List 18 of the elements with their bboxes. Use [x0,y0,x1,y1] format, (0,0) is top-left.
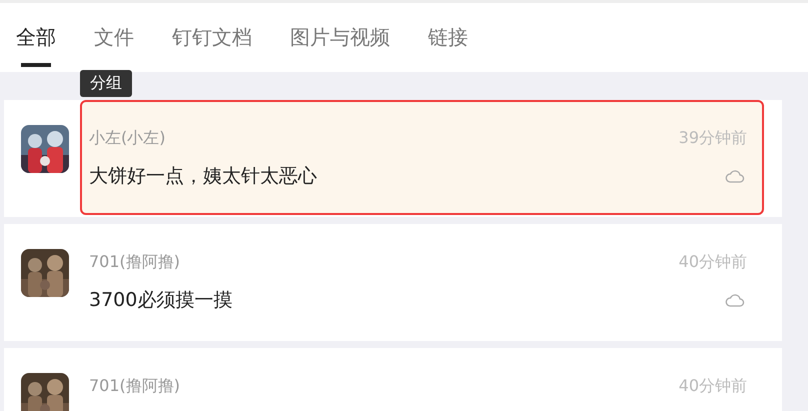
message-card[interactable]: 701(撸阿撸) 40分钟前 [4,348,782,411]
timestamp: 40分钟前 [678,252,747,273]
cloud-icon[interactable] [725,169,745,183]
sender-name: 小左(小左) [89,128,166,149]
message-card[interactable]: 小左(小左) 39分钟前 大饼好一点，姨太针太恶心 [4,100,782,217]
cloud-icon[interactable] [725,293,745,307]
tab[interactable]: 文件 [94,24,134,72]
tab[interactable]: 链接 [428,24,468,72]
tab[interactable]: 图片与视频 [290,24,390,72]
timestamp: 40分钟前 [678,376,747,397]
sender-name: 701(撸阿撸) [89,252,180,273]
tooltip: 分组 [80,70,132,97]
message-text: 3700必须摸一摸 [89,288,232,313]
sender-name: 701(撸阿撸) [89,376,180,397]
message-card[interactable]: 701(撸阿撸) 40分钟前 3700必须摸一摸 [4,224,782,341]
message-text: 大饼好一点，姨太针太恶心 [89,164,317,189]
timestamp: 39分钟前 [678,128,747,149]
tab[interactable]: 钉钉文档 [172,24,252,72]
